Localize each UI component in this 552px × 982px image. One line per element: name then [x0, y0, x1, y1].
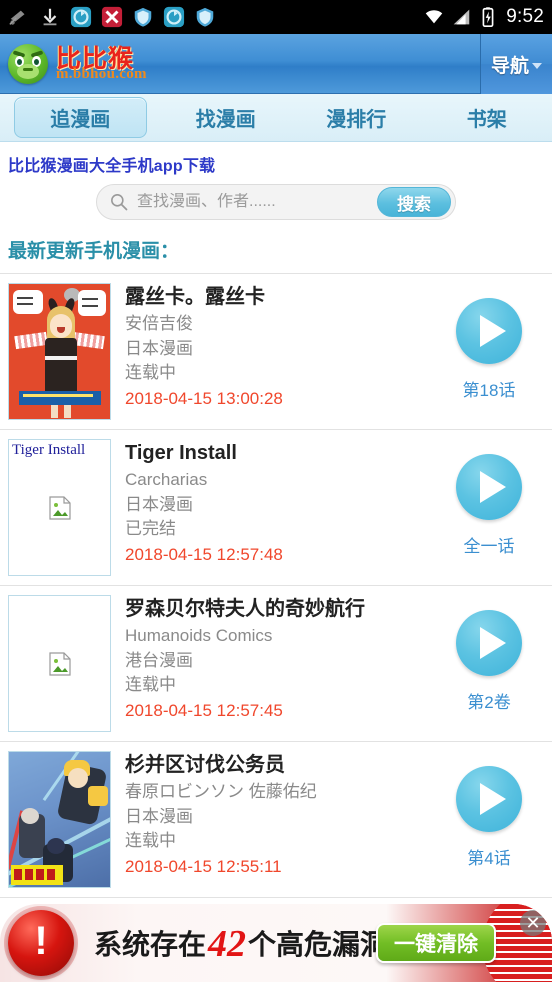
- play-button[interactable]: [456, 298, 522, 364]
- section-title: 最新更新手机漫画：: [8, 241, 180, 262]
- brand-text-block: 比比猴 m.bbhou.com: [56, 46, 147, 82]
- tab-ranking[interactable]: 漫排行: [291, 99, 422, 136]
- comic-cover-thumbnail[interactable]: [8, 283, 111, 420]
- shield-icon: [134, 7, 152, 27]
- search-input[interactable]: [129, 193, 377, 211]
- search-bar[interactable]: 搜索: [96, 184, 456, 220]
- close-icon[interactable]: ✕: [520, 910, 546, 936]
- ad-message: 系统存在42个高危漏洞: [94, 922, 388, 966]
- app-download-link[interactable]: 比比猴漫画大全手机app下载: [0, 142, 552, 182]
- list-item[interactable]: 露丝卡。露丝卡 安倍吉俊 日本漫画 连载中 2018-04-15 13:00:2…: [0, 274, 552, 430]
- status-bar: 9:52: [0, 0, 552, 34]
- nav-menu-button[interactable]: 导航: [480, 34, 552, 94]
- list-item[interactable]: Tiger Install Tiger Install Carcharias 日…: [0, 430, 552, 586]
- status-bar-clock: 9:52: [506, 6, 544, 27]
- shield-icon-2: [196, 7, 214, 27]
- comic-cover-thumbnail[interactable]: [8, 751, 111, 888]
- status-bar-left-icons: [8, 6, 216, 28]
- brand-url: m.bbhou.com: [56, 65, 147, 82]
- search-button[interactable]: 搜索: [377, 187, 451, 217]
- list-item[interactable]: 杉并区讨伐公务员 春原ロビンソン 佐藤佑纪 日本漫画 连载中 2018-04-1…: [0, 742, 552, 898]
- search-icon: [111, 194, 128, 211]
- play-icon: [479, 783, 506, 815]
- comic-play-column[interactable]: 第2卷: [444, 610, 534, 713]
- cover-art-suginami: [9, 752, 110, 887]
- app-root: 9:52 比比猴 m.bbhou.com 导航 追漫画 找漫画 漫排行 书架 比…: [0, 0, 552, 982]
- search-row: 搜索: [0, 182, 552, 232]
- status-bar-right-icons: 9:52: [423, 0, 544, 34]
- muted-bird-icon: [9, 10, 25, 25]
- cover-alt-text: Tiger Install: [12, 442, 86, 458]
- list-item[interactable]: 罗森贝尔特夫人的奇妙航行 Humanoids Comics 港台漫画 连载中 2…: [0, 586, 552, 742]
- ad-message-before: 系统存在: [94, 928, 207, 961]
- play-icon: [479, 471, 506, 503]
- signal-icon: [453, 9, 470, 25]
- comic-episode-label[interactable]: 全一话: [444, 532, 534, 557]
- broken-image-icon: [48, 651, 71, 676]
- ad-message-after: 个高危漏洞: [248, 928, 389, 961]
- play-icon: [479, 627, 506, 659]
- site-header: 比比猴 m.bbhou.com 导航: [0, 34, 552, 94]
- comic-play-column[interactable]: 第18话: [444, 298, 534, 401]
- comic-episode-label[interactable]: 第18话: [444, 376, 534, 401]
- ad-vulnerability-count: 42: [208, 923, 247, 965]
- comic-play-column[interactable]: 第4话: [444, 766, 534, 869]
- wifi-icon: [425, 10, 443, 24]
- tab-bookshelf[interactable]: 书架: [422, 99, 552, 136]
- nav-menu-label: 导航: [490, 55, 529, 77]
- sync-app-icon-2: [163, 6, 185, 28]
- battery-charging-icon: [482, 7, 494, 27]
- play-button[interactable]: [456, 610, 522, 676]
- comic-episode-label[interactable]: 第4话: [444, 844, 534, 869]
- chevron-down-icon: [532, 63, 542, 69]
- sync-app-icon: [70, 6, 92, 28]
- comic-cover-thumbnail[interactable]: Tiger Install: [8, 439, 111, 576]
- alert-exclamation-icon: !: [8, 910, 74, 976]
- play-button[interactable]: [456, 766, 522, 832]
- cover-art-ruska: [9, 284, 110, 419]
- comic-episode-label[interactable]: 第2卷: [444, 688, 534, 713]
- main-tab-bar: 追漫画 找漫画 漫排行 书架: [0, 94, 552, 142]
- comic-play-column[interactable]: 全一话: [444, 454, 534, 557]
- site-logo[interactable]: 比比猴 m.bbhou.com: [0, 43, 147, 84]
- comic-cover-thumbnail[interactable]: [8, 595, 111, 732]
- download-icon: [43, 8, 57, 26]
- tab-follow-comics[interactable]: 追漫画: [14, 97, 147, 138]
- play-button[interactable]: [456, 454, 522, 520]
- x-app-icon: [101, 6, 123, 28]
- ad-banner[interactable]: ! 系统存在42个高危漏洞 一键清除 ✕: [0, 904, 552, 982]
- broken-image-icon: [48, 495, 71, 520]
- tab-find-comics[interactable]: 找漫画: [161, 99, 292, 136]
- monkey-logo-icon: [8, 43, 48, 84]
- play-icon: [479, 315, 506, 347]
- comic-list: 露丝卡。露丝卡 安倍吉俊 日本漫画 连载中 2018-04-15 13:00:2…: [0, 273, 552, 898]
- one-key-clean-button[interactable]: 一键清除: [376, 923, 496, 963]
